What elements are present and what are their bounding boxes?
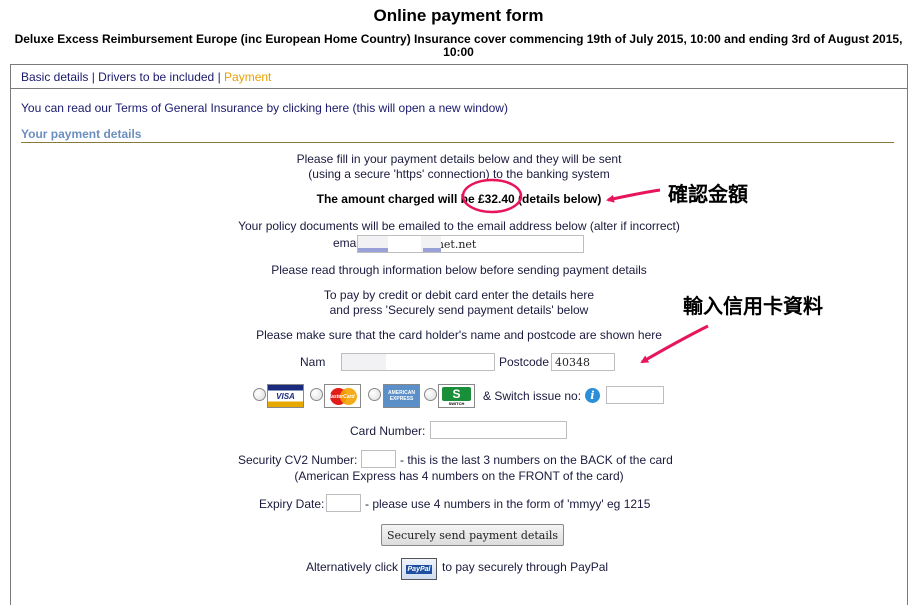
card-number-field[interactable] xyxy=(430,421,567,439)
mastercard-logo: MasterCard xyxy=(324,384,361,408)
paypal-button[interactable]: PayPal xyxy=(401,558,437,580)
nav-separator: | xyxy=(214,70,225,84)
email-label: ema xyxy=(333,236,357,250)
fill-instruction-2: (using a secure 'https' connection) to t… xyxy=(308,167,610,181)
nav-separator: | xyxy=(88,70,99,84)
switch-issue-label: & Switch issue no: xyxy=(483,389,582,403)
expiry-field[interactable] xyxy=(326,494,361,512)
switch-radio[interactable] xyxy=(424,388,437,401)
section-divider xyxy=(21,142,894,143)
step-navigation: Basic details | Drivers to be included |… xyxy=(11,65,907,89)
redaction xyxy=(358,248,388,252)
redaction xyxy=(342,354,386,370)
amount-charged: The amount charged will be £32.40 (detai… xyxy=(316,192,602,206)
info-icon[interactable]: i xyxy=(585,388,600,403)
card-number-label: Card Number: xyxy=(350,424,426,438)
cv2-amex-note: (American Express has 4 numbers on the F… xyxy=(294,469,624,483)
terms-note: You can read our Terms of General Insura… xyxy=(21,101,508,115)
annotation-enter-card: 輸入信用卡資料 xyxy=(683,294,823,318)
paypal-text-after: to pay securely through PayPal xyxy=(442,560,609,574)
terms-text: You can read our Terms of General Insura… xyxy=(21,101,283,115)
expiry-note: - please use 4 numbers in the form of 'm… xyxy=(365,497,651,511)
section-heading: Your payment details xyxy=(21,127,142,141)
cv2-note: - this is the last 3 numbers on the BACK… xyxy=(400,453,673,467)
mastercard-radio[interactable] xyxy=(310,388,323,401)
name-label: Nam xyxy=(300,355,326,369)
terms-text-after: (this will open a new window) xyxy=(349,101,508,115)
postcode-field[interactable] xyxy=(551,353,615,371)
amex-logo: AMERICAN EXPRESS xyxy=(383,384,420,408)
holder-note: Please make sure that the card holder's … xyxy=(256,328,662,342)
nav-payment[interactable]: Payment xyxy=(224,70,271,84)
visa-logo: VISA xyxy=(267,384,304,408)
nav-drivers[interactable]: Drivers to be included xyxy=(98,70,214,84)
switch-logo: S SWITCH xyxy=(438,384,475,408)
nav-basic-details[interactable]: Basic details xyxy=(21,70,88,84)
email-field[interactable] xyxy=(357,235,584,253)
cv2-field[interactable] xyxy=(361,450,396,468)
paypal-text-before: Alternatively click xyxy=(306,560,399,574)
read-note: Please read through information below be… xyxy=(271,263,647,277)
postcode-label: Postcode xyxy=(499,355,550,369)
cv2-label: Security CV2 Number: xyxy=(238,453,358,467)
email-note: Your policy documents will be emailed to… xyxy=(238,219,680,233)
fill-instruction-1: Please fill in your payment details belo… xyxy=(296,152,622,166)
redaction xyxy=(423,248,441,252)
annotation-confirm-amount: 確認金額 xyxy=(668,182,748,206)
amex-radio[interactable] xyxy=(368,388,381,401)
policy-description: Deluxe Excess Reimbursement Europe (inc … xyxy=(14,32,903,59)
page-title: Online payment form xyxy=(373,6,544,25)
expiry-label: Expiry Date: xyxy=(259,497,325,511)
visa-radio[interactable] xyxy=(253,388,266,401)
switch-issue-field[interactable] xyxy=(606,386,664,404)
send-payment-button[interactable]: Securely send payment details xyxy=(381,524,565,546)
form-container: Basic details | Drivers to be included |… xyxy=(10,64,908,605)
terms-link[interactable]: clicking here xyxy=(283,101,350,115)
